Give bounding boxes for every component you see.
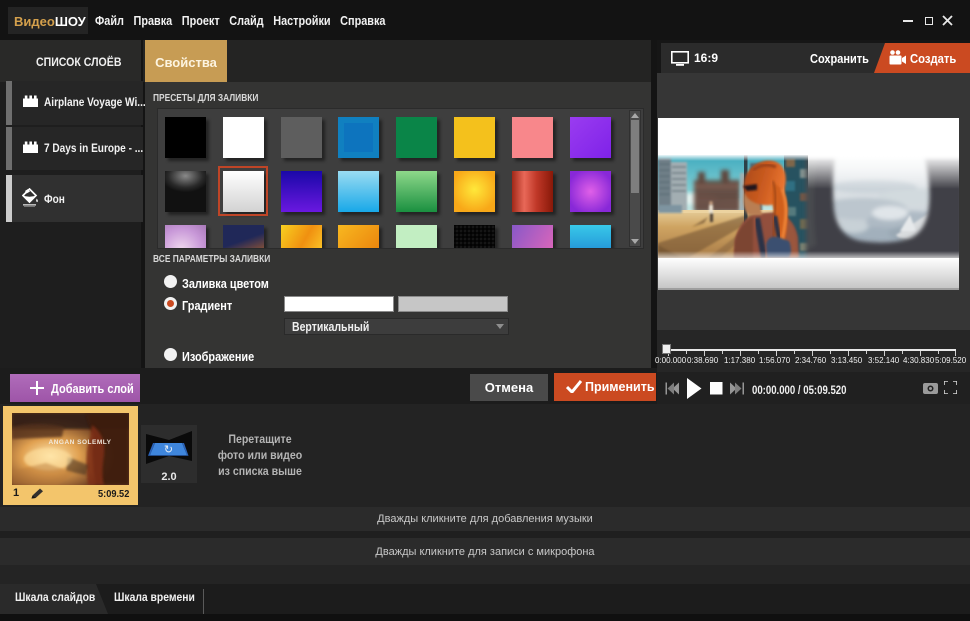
svg-text:ANGAN SOLEMLY: ANGAN SOLEMLY [49, 439, 112, 446]
svg-text:↻: ↻ [164, 444, 173, 456]
